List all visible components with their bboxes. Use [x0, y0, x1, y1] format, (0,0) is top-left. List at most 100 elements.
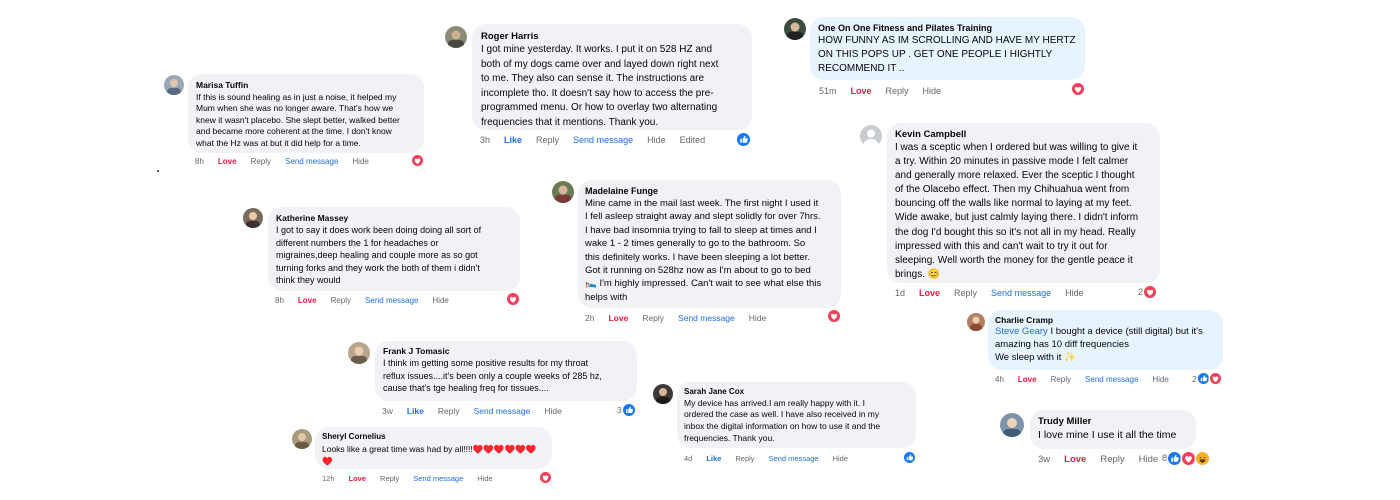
author-name[interactable]: Frank J Tomasic	[383, 346, 629, 357]
author-name[interactable]: Madelaine Funge	[585, 185, 834, 197]
timestamp[interactable]: 4d	[684, 454, 692, 463]
like-button[interactable]: Like	[504, 135, 522, 145]
reaction-summary[interactable]	[1072, 83, 1084, 95]
author-name[interactable]: Trudy Miller	[1038, 416, 1188, 428]
avatar[interactable]	[243, 208, 263, 228]
timestamp[interactable]: 3w	[1038, 454, 1050, 465]
reaction-summary[interactable]	[507, 293, 519, 305]
reaction-summary[interactable]	[737, 133, 750, 146]
comment-actions: 3h Like Reply Send message Hide Edited	[480, 135, 719, 145]
author-name[interactable]: One On One Fitness and Pilates Training	[818, 22, 1077, 34]
comment-bubble: Katherine Massey I got to say it does wo…	[268, 207, 520, 291]
hide-button[interactable]: Hide	[477, 474, 492, 483]
reaction-summary[interactable]: 3	[617, 404, 635, 416]
stray-dot	[157, 170, 159, 172]
avatar[interactable]	[860, 125, 882, 147]
avatar[interactable]	[292, 429, 312, 449]
hide-button[interactable]: Hide	[833, 454, 848, 463]
reply-button[interactable]: Reply	[642, 313, 664, 323]
love-button[interactable]: Love	[1018, 375, 1037, 384]
avatar[interactable]	[967, 313, 985, 331]
comment-text: I was a sceptic when I ordered but was w…	[895, 142, 1139, 280]
send-message-button[interactable]: Send message	[1085, 375, 1138, 384]
like-icon	[622, 404, 635, 416]
send-message-button[interactable]: Send message	[285, 157, 338, 166]
reaction-summary[interactable]: 8	[1162, 452, 1210, 465]
send-message-button[interactable]: Send message	[991, 288, 1051, 298]
hide-button[interactable]: Hide	[1152, 375, 1168, 384]
like-button[interactable]: Like	[706, 454, 721, 463]
send-message-button[interactable]: Send message	[413, 474, 463, 483]
hide-button[interactable]: Hide	[352, 157, 368, 166]
reply-button[interactable]: Reply	[954, 288, 977, 298]
reaction-summary[interactable]: 2	[1138, 286, 1157, 298]
send-message-button[interactable]: Send message	[678, 313, 735, 323]
avatar[interactable]	[445, 26, 467, 48]
author-name[interactable]: Roger Harris	[481, 30, 743, 43]
reaction-summary[interactable]	[828, 310, 840, 322]
author-name[interactable]: Sarah Jane Cox	[684, 387, 909, 398]
avatar[interactable]	[653, 384, 673, 404]
like-icon	[1168, 452, 1182, 465]
comment-bubble: Roger Harris I got mine yesterday. It wo…	[472, 24, 752, 130]
reaction-summary[interactable]	[904, 452, 915, 463]
timestamp[interactable]: 1d	[895, 288, 905, 298]
send-message-button[interactable]: Send message	[769, 454, 819, 463]
avatar[interactable]	[784, 18, 806, 40]
hide-button[interactable]: Hide	[749, 313, 766, 323]
hide-button[interactable]: Hide	[647, 135, 666, 145]
timestamp[interactable]: 3h	[480, 135, 490, 145]
timestamp[interactable]: 8h	[275, 296, 284, 305]
hide-button[interactable]: Hide	[544, 406, 561, 416]
send-message-button[interactable]: Send message	[365, 296, 418, 305]
avatar[interactable]	[348, 342, 370, 364]
love-button[interactable]: Love	[298, 296, 317, 305]
avatar[interactable]	[164, 75, 184, 95]
heart-icon	[828, 310, 840, 322]
hide-button[interactable]: Hide	[432, 296, 448, 305]
reply-button[interactable]: Reply	[251, 157, 271, 166]
timestamp[interactable]: 12h	[322, 474, 335, 483]
author-name[interactable]: Kevin Campbell	[895, 129, 1152, 141]
hide-button[interactable]: Hide	[1065, 288, 1084, 298]
hide-button[interactable]: Hide	[1139, 454, 1159, 465]
reaction-summary[interactable]	[540, 472, 551, 483]
reply-button[interactable]: Reply	[536, 135, 559, 145]
avatar[interactable]	[1000, 413, 1024, 437]
love-button[interactable]: Love	[218, 157, 237, 166]
timestamp[interactable]: 51m	[819, 86, 837, 96]
author-name[interactable]: Charlie Cramp	[995, 315, 1216, 326]
reply-button[interactable]: Reply	[735, 454, 754, 463]
timestamp[interactable]: 4h	[995, 375, 1004, 384]
reply-button[interactable]: Reply	[1100, 454, 1124, 465]
author-name[interactable]: Sheryl Cornelius	[322, 432, 545, 443]
timestamp[interactable]: 3w	[382, 406, 393, 416]
timestamp[interactable]: 8h	[195, 157, 204, 166]
reply-button[interactable]: Reply	[1051, 375, 1071, 384]
timestamp[interactable]: 2h	[585, 313, 594, 323]
reply-button[interactable]: Reply	[380, 474, 399, 483]
author-name[interactable]: Marisa Tuffin	[196, 80, 416, 92]
love-button[interactable]: Love	[1064, 454, 1086, 465]
hide-button[interactable]: Hide	[923, 86, 942, 96]
reply-button[interactable]: Reply	[438, 406, 460, 416]
love-button[interactable]: Love	[349, 474, 367, 483]
avatar[interactable]	[552, 181, 574, 203]
comment-text: Steve Geary I bought a device (still dig…	[995, 326, 1216, 364]
comment-bubble: Charlie Cramp Steve Geary I bought a dev…	[988, 310, 1223, 370]
reaction-summary[interactable]	[412, 155, 423, 166]
love-button[interactable]: Love	[919, 288, 940, 298]
like-icon	[904, 452, 915, 463]
reply-button[interactable]: Reply	[886, 86, 909, 96]
comment-actions: 3w Love Reply Hide	[1038, 454, 1172, 465]
reply-button[interactable]: Reply	[331, 296, 351, 305]
comment-actions: 51m Love Reply Hide	[819, 86, 955, 96]
reaction-summary[interactable]: 2	[1192, 373, 1221, 384]
send-message-button[interactable]: Send message	[474, 406, 531, 416]
love-button[interactable]: Love	[851, 86, 872, 96]
mentioned-user-link[interactable]: Steve Geary	[995, 326, 1048, 337]
love-button[interactable]: Love	[608, 313, 628, 323]
like-button[interactable]: Like	[407, 406, 424, 416]
author-name[interactable]: Katherine Massey	[276, 213, 512, 224]
send-message-button[interactable]: Send message	[573, 135, 633, 145]
